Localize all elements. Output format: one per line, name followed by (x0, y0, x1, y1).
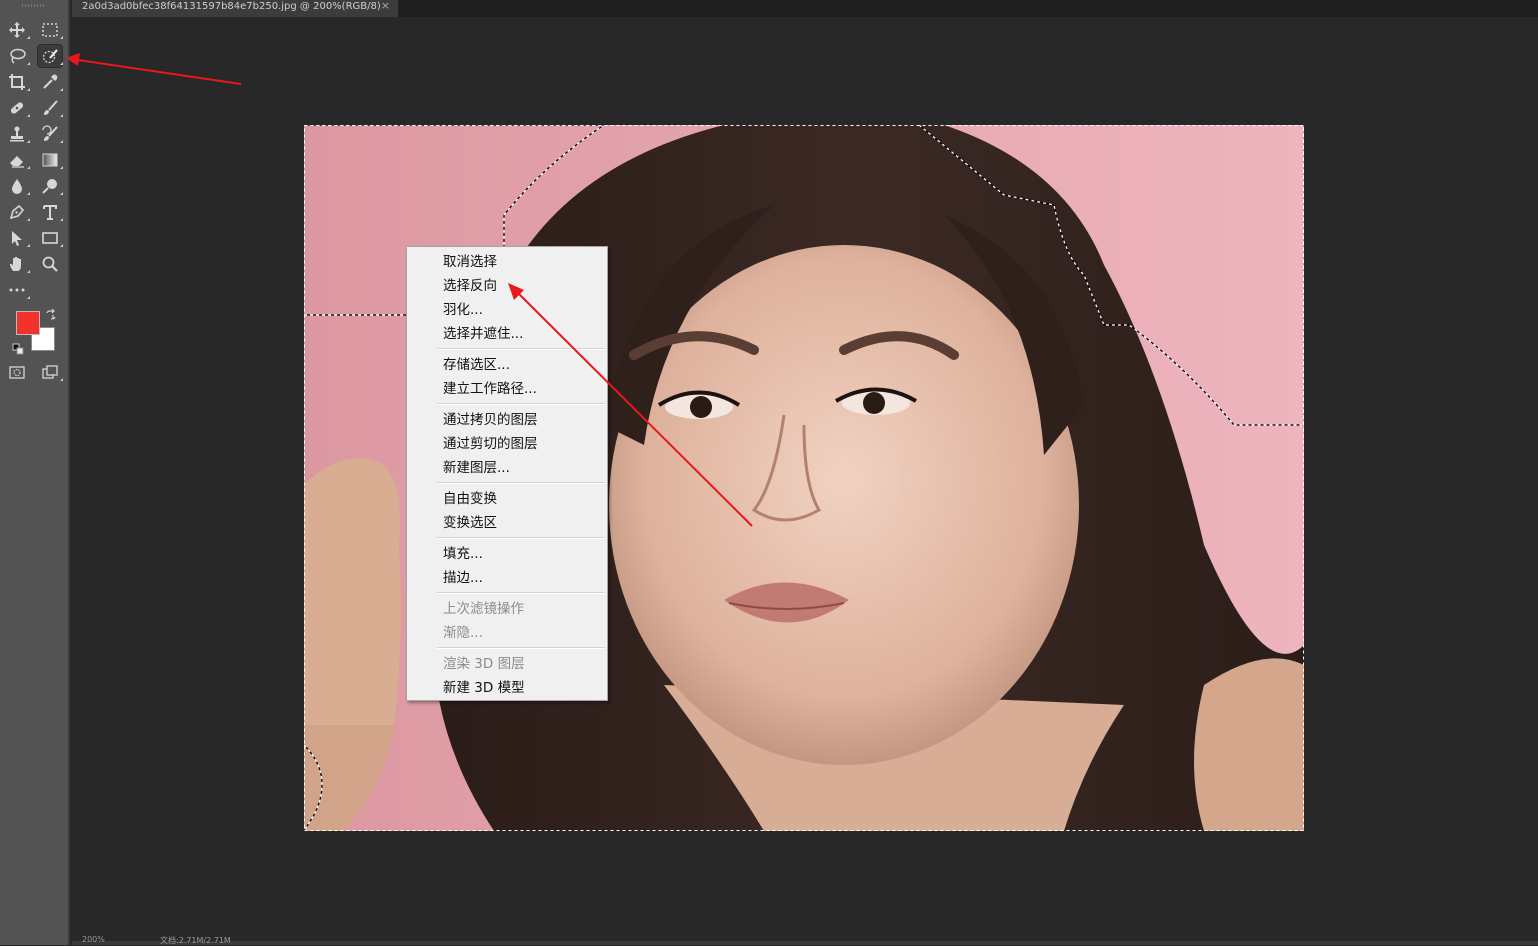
history-brush-icon (42, 125, 58, 141)
gradient-icon (42, 153, 58, 167)
document-tab-title: 2a0d3ad0bfec38f64131597b84e7b250.jpg @ 2… (82, 1, 381, 12)
menu-item-fill[interactable]: 填充... (443, 544, 483, 564)
menu-item-layer-via-cut[interactable]: 通过剪切的图层 (443, 434, 538, 454)
dodge-tool[interactable] (38, 175, 63, 197)
move-tool[interactable] (5, 19, 30, 41)
arrow-icon (12, 231, 22, 246)
menu-separator (437, 482, 605, 484)
blur-tool[interactable] (5, 175, 30, 197)
zoom-level[interactable]: 200% (82, 935, 105, 944)
rectangle-icon (42, 232, 58, 244)
menu-item-make-work-path[interactable]: 建立工作路径... (443, 379, 537, 399)
eyedropper-icon (43, 74, 58, 89)
menu-item-transform-selection[interactable]: 变换选区 (443, 513, 497, 533)
gradient-tool[interactable] (38, 149, 63, 171)
menu-item-new-3d-model[interactable]: 新建 3D 模型 (443, 678, 525, 698)
panel-grip[interactable] (22, 4, 46, 7)
menu-item-render-3d-layer: 渲染 3D 图层 (443, 656, 525, 672)
healing-brush-tool[interactable] (5, 97, 30, 119)
quick-selection-icon (42, 49, 58, 64)
quick-mask-icon (9, 366, 25, 379)
menu-separator (437, 537, 605, 539)
clone-stamp-tool[interactable] (5, 123, 30, 145)
ellipsis-icon (9, 288, 25, 292)
pen-tool[interactable] (5, 201, 30, 223)
menu-item-deselect[interactable]: 取消选择 (443, 252, 497, 272)
doc-size-info: 文档:2.71M/2.71M (160, 936, 231, 945)
crop-icon (9, 74, 25, 90)
document-tab-bar: 2a0d3ad0bfec38f64131597b84e7b250.jpg @ 2… (72, 0, 1538, 17)
close-icon[interactable]: × (381, 0, 390, 12)
screen-mode-button[interactable] (38, 361, 63, 383)
rect-marquee-tool[interactable] (38, 19, 63, 41)
menu-separator (437, 348, 605, 350)
drop-icon (12, 179, 22, 194)
selection-context-menu: 取消选择 选择反向 羽化... 选择并遮住... 存储选区... 建立工作路径.… (406, 246, 608, 701)
quick-mask-button[interactable] (5, 361, 29, 383)
quick-selection-tool[interactable] (37, 44, 63, 68)
screen-mode-icon (42, 365, 58, 379)
type-tool[interactable] (38, 201, 63, 223)
lasso-tool[interactable] (5, 45, 30, 67)
menu-item-fade: 渐隐... (443, 625, 483, 641)
brush-icon (44, 100, 58, 115)
menu-item-select-inverse[interactable]: 选择反向 (443, 276, 497, 296)
dodge-icon (42, 179, 57, 194)
stamp-icon (10, 126, 24, 142)
document-tab[interactable]: 2a0d3ad0bfec38f64131597b84e7b250.jpg @ 2… (72, 0, 398, 17)
menu-item-select-and-mask[interactable]: 选择并遮住... (443, 324, 523, 344)
path-selection-tool[interactable] (5, 227, 30, 249)
swap-colors-icon[interactable] (45, 306, 57, 320)
status-bar: 200% 文档:2.71M/2.71M (72, 935, 1538, 945)
arrow-to-quick-selection (66, 53, 242, 85)
menu-item-last-filter: 上次滤镜操作 (443, 601, 524, 617)
type-icon (43, 205, 57, 220)
menu-separator (437, 403, 605, 405)
menu-item-layer-via-copy[interactable]: 通过拷贝的图层 (443, 410, 538, 430)
menu-item-feather[interactable]: 羽化... (443, 300, 483, 320)
menu-item-save-selection[interactable]: 存储选区... (443, 355, 510, 375)
foreground-color-swatch[interactable] (16, 311, 40, 335)
menu-separator (437, 647, 605, 649)
tools-panel (0, 0, 70, 945)
menu-item-stroke[interactable]: 描边... (443, 568, 483, 588)
hand-tool[interactable] (5, 253, 30, 275)
menu-item-new-layer[interactable]: 新建图层... (443, 458, 510, 478)
more-tools[interactable] (5, 279, 30, 301)
pen-icon (9, 204, 25, 220)
rect-marquee-icon (42, 23, 58, 37)
eraser-icon (10, 156, 24, 168)
bandage-icon (10, 102, 24, 114)
menu-separator (437, 592, 605, 594)
move-icon (9, 22, 25, 38)
history-brush-tool[interactable] (38, 123, 63, 145)
rectangle-tool[interactable] (38, 227, 63, 249)
hand-icon (10, 257, 21, 271)
crop-tool[interactable] (5, 71, 30, 93)
eyedropper-tool[interactable] (38, 71, 63, 93)
menu-item-free-transform[interactable]: 自由变换 (443, 489, 497, 509)
eraser-tool[interactable] (5, 149, 30, 171)
zoom-icon (42, 256, 58, 272)
zoom-tool[interactable] (38, 253, 62, 275)
lasso-icon (10, 48, 26, 64)
brush-tool[interactable] (38, 97, 63, 119)
default-colors-icon[interactable] (12, 340, 24, 355)
